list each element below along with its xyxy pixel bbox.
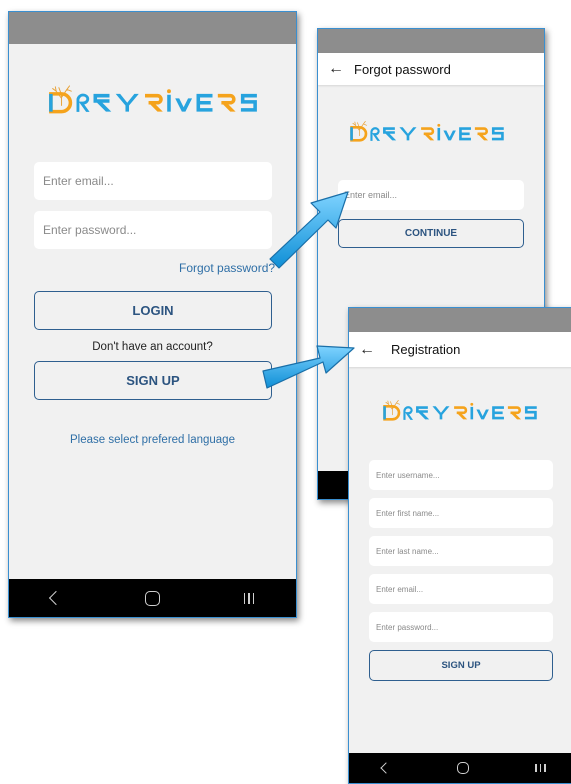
recent-apps-icon[interactable] [535, 764, 546, 772]
navigation-bar [349, 753, 571, 783]
status-bar [318, 29, 544, 53]
dryrivers-logo [350, 120, 506, 147]
arrow-left-icon[interactable]: ← [349, 341, 385, 359]
no-account-text: Don't have an account? [92, 341, 213, 353]
email-placeholder: Enter email... [376, 584, 424, 594]
password-placeholder: Enter password... [376, 622, 439, 632]
signup-button-label: SIGN UP [126, 373, 180, 388]
continue-button-label: CONTINUE [404, 228, 458, 239]
username-field[interactable]: Enter username... [369, 460, 553, 490]
last-name-field[interactable]: Enter last name... [369, 536, 553, 566]
dryrivers-logo [383, 399, 539, 426]
signup-button[interactable]: SIGN UP [369, 650, 553, 681]
email-field[interactable]: Enter email... [338, 180, 524, 210]
login-screen: Enter email... Enter password... Forgot … [8, 11, 297, 618]
page-title: Registration [391, 342, 461, 357]
app-bar: ← Forgot password [318, 53, 544, 85]
forgot-password-link[interactable]: Forgot password? [179, 261, 275, 275]
page-title: Forgot password [354, 61, 451, 77]
signup-button[interactable]: SIGN UP [34, 361, 272, 400]
signup-button-label: SIGN UP [441, 660, 481, 671]
first-name-placeholder: Enter first name... [376, 508, 440, 518]
continue-button[interactable]: CONTINUE [338, 219, 524, 248]
status-bar [349, 308, 571, 332]
arrow-left-icon[interactable]: ← [318, 60, 354, 78]
password-placeholder: Enter password... [43, 223, 137, 237]
back-icon[interactable] [380, 762, 392, 774]
password-field[interactable]: Enter password... [369, 612, 553, 642]
app-bar: ← Registration [349, 332, 571, 367]
email-placeholder: Enter email... [43, 174, 114, 188]
navigation-bar [9, 579, 296, 617]
first-name-field[interactable]: Enter first name... [369, 498, 553, 528]
back-icon[interactable] [48, 590, 63, 606]
login-button-label: LOGIN [132, 303, 174, 318]
username-placeholder: Enter username... [376, 470, 440, 480]
login-button[interactable]: LOGIN [34, 291, 272, 330]
dryrivers-logo [49, 84, 259, 120]
home-icon[interactable] [456, 762, 469, 774]
language-link[interactable]: Please select prefered language [9, 434, 296, 446]
email-placeholder: Enter email... [344, 190, 398, 200]
email-field[interactable]: Enter email... [34, 162, 272, 200]
last-name-placeholder: Enter last name... [376, 546, 439, 556]
recent-apps-icon[interactable] [243, 592, 255, 604]
home-icon[interactable] [144, 590, 160, 606]
registration-screen: ← Registration Enter username... Enter f… [348, 307, 571, 784]
password-field[interactable]: Enter password... [34, 211, 272, 249]
status-bar [9, 12, 296, 44]
email-field[interactable]: Enter email... [369, 574, 553, 604]
